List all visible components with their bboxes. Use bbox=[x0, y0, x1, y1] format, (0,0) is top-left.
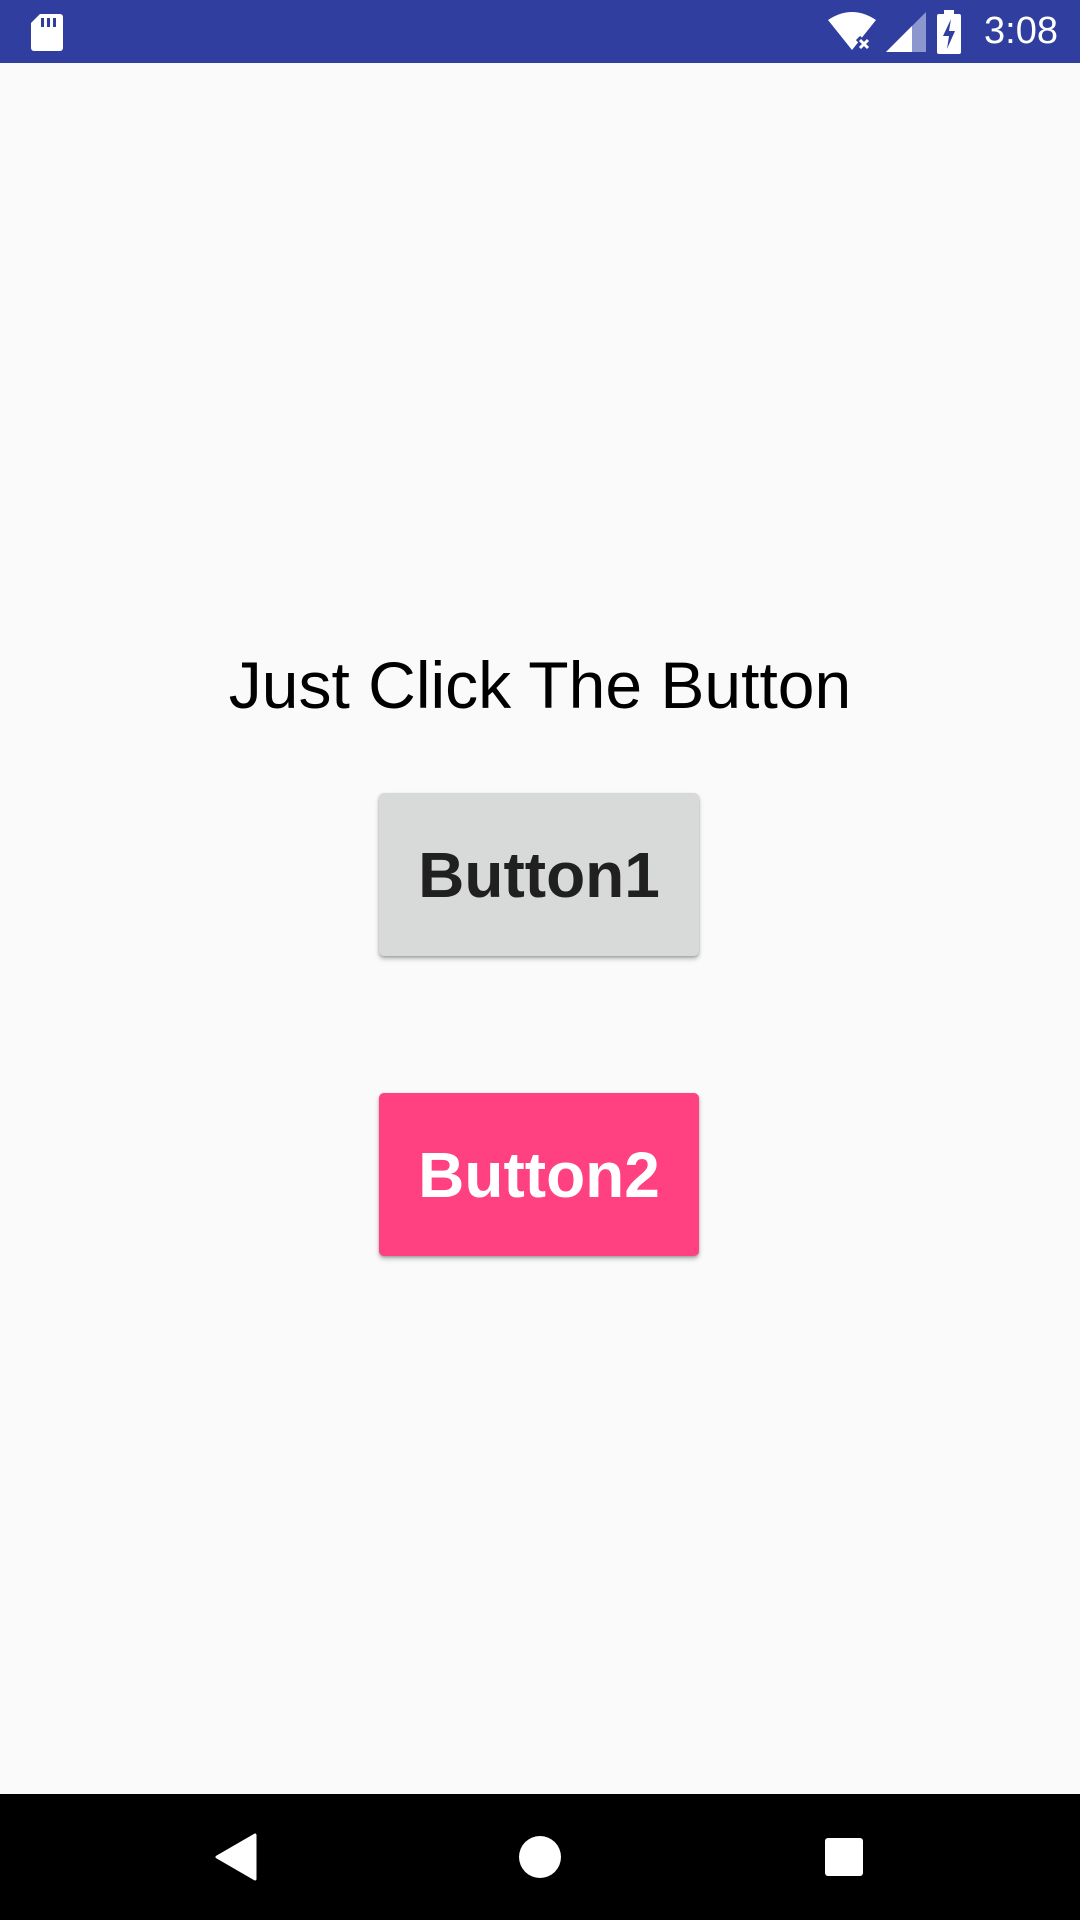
navigation-bar bbox=[0, 1794, 1080, 1920]
wifi-off-icon bbox=[828, 11, 877, 52]
signal-icon bbox=[886, 11, 927, 52]
button1[interactable]: Button1 bbox=[379, 793, 699, 956]
home-icon bbox=[519, 1836, 561, 1878]
status-icons: 3:08 bbox=[828, 0, 1058, 63]
battery-charging-icon bbox=[937, 9, 962, 54]
home-button[interactable] bbox=[460, 1794, 620, 1920]
app-screen: 3:08 Just Click The Button Button1 Butto… bbox=[0, 0, 1080, 1920]
recents-icon bbox=[825, 1838, 863, 1876]
recents-button[interactable] bbox=[764, 1794, 924, 1920]
button2[interactable]: Button2 bbox=[379, 1093, 699, 1256]
headline-text: Just Click The Button bbox=[228, 648, 852, 722]
sd-card-icon bbox=[31, 14, 63, 51]
back-button[interactable] bbox=[157, 1794, 317, 1920]
status-time: 3:08 bbox=[984, 10, 1058, 52]
status-bar: 3:08 bbox=[0, 0, 1080, 63]
back-icon bbox=[215, 1833, 257, 1881]
